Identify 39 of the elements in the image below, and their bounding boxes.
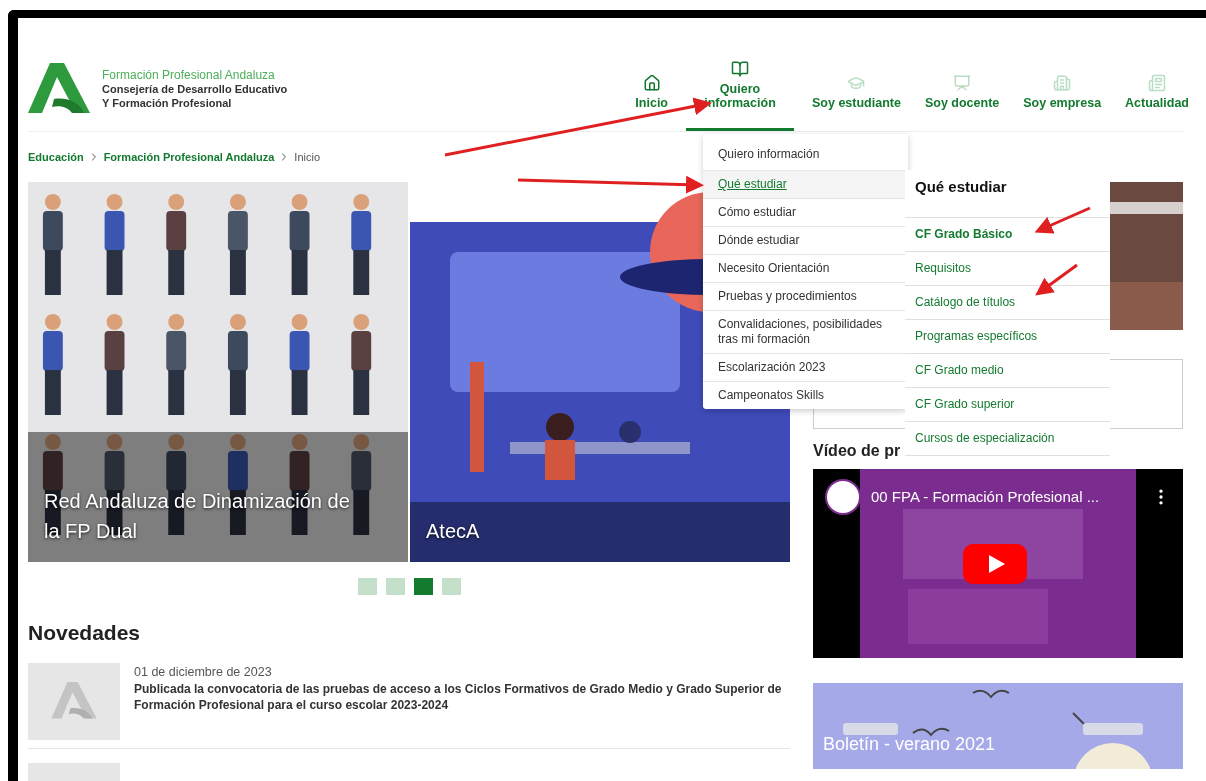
video-title[interactable]: 00 FPA - Formación Profesional ... <box>871 485 1141 509</box>
news-title[interactable]: Publicada la convocatoria de las pruebas de acceso a los Ciclos Formativos de Grado Medio y Grado Superior de Formación Profesional para el curso escolar 2023-2024 <box>134 681 790 714</box>
nav-tab[interactable]: Quiero información <box>686 56 794 131</box>
submenu-link[interactable]: Cursos de especialización <box>905 420 1110 456</box>
breadcrumb-text: Inicio <box>294 149 321 165</box>
graduation-cap-icon <box>847 74 866 92</box>
submenu-link[interactable]: Catálogo de títulos <box>905 284 1110 319</box>
department-name: Consejería de Desarrollo Educativo <box>102 82 288 97</box>
submenu-link[interactable]: Requisitos <box>905 250 1110 285</box>
submenu-link[interactable]: Programas específicos <box>905 318 1110 353</box>
breadcrumb-link[interactable]: Formación Profesional Andaluza <box>103 148 275 166</box>
department-name: Y Formación Profesional <box>102 96 233 111</box>
menu-item[interactable]: Quiero información <box>703 134 908 170</box>
nav-tab[interactable]: Soy estudiante <box>806 70 907 131</box>
presentation-icon <box>953 74 972 92</box>
play-button-icon[interactable] <box>963 544 1027 584</box>
nav-tab[interactable]: Inicio <box>629 70 674 131</box>
submenu-title: Qué estudiar <box>915 177 1007 197</box>
newspaper-icon <box>1148 74 1167 92</box>
annotation-arrow <box>1035 263 1078 296</box>
menu-item[interactable]: Qué estudiar <box>703 170 908 198</box>
organization-name: Formación Profesional Andaluza <box>102 67 276 83</box>
breadcrumb-link[interactable]: Educación <box>28 148 84 166</box>
annotation-arrow <box>1034 206 1091 234</box>
submenu-link[interactable]: CF Grado medio <box>905 352 1110 387</box>
building-icon <box>1053 74 1072 92</box>
nav-tab[interactable]: Soy empresa <box>1017 70 1108 131</box>
nav-tab[interactable]: Soy docente <box>918 70 1006 131</box>
section-heading: Novedades <box>28 620 142 646</box>
nav-tab[interactable]: Actualidad <box>1119 70 1195 131</box>
submenu-link[interactable]: CF Grado Básico <box>905 216 1110 251</box>
logo-icon <box>51 682 97 720</box>
home-icon <box>642 74 661 92</box>
news-thumbnail[interactable] <box>28 762 120 781</box>
book-icon <box>731 60 749 78</box>
logo-icon <box>28 63 90 115</box>
news-date: 01 de diciembre de 2023 <box>134 663 273 681</box>
news-thumbnail[interactable] <box>28 662 120 740</box>
submenu-link[interactable]: CF Grado superior <box>905 386 1110 421</box>
